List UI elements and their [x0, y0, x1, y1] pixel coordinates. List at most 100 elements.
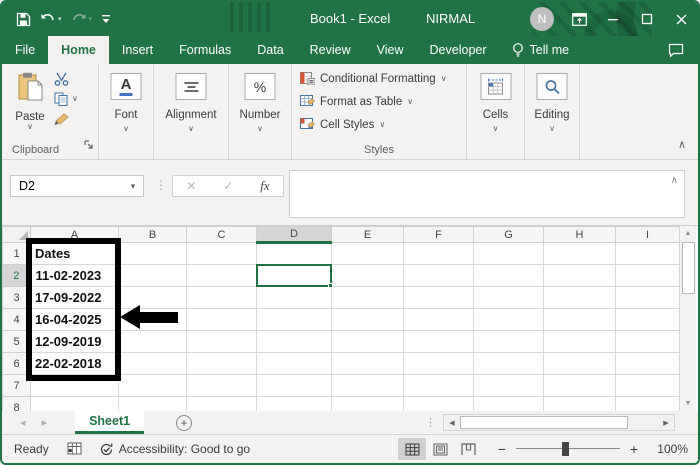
scroll-up-icon[interactable]: ▲ — [680, 226, 697, 241]
scroll-down-icon[interactable]: ▼ — [680, 396, 697, 411]
cell-I1[interactable] — [615, 242, 679, 265]
cell-I7[interactable] — [615, 374, 679, 397]
row-header-5[interactable]: 5 — [2, 330, 31, 353]
cell-A5[interactable]: 12-09-2019 — [30, 330, 119, 353]
number-button[interactable]: % — [244, 73, 276, 100]
zoom-out-icon[interactable]: − — [496, 441, 508, 457]
save-icon[interactable] — [16, 12, 31, 27]
cell-F7[interactable] — [403, 374, 474, 397]
editing-button[interactable] — [536, 73, 568, 100]
cell-I3[interactable] — [615, 286, 679, 309]
undo-dropdown-icon[interactable]: ▾ — [58, 15, 62, 23]
vertical-scroll-thumb[interactable] — [681, 242, 695, 294]
cell-D2[interactable] — [256, 264, 332, 287]
zoom-slider[interactable] — [516, 442, 620, 456]
cell-G5[interactable] — [473, 330, 544, 353]
column-header-C[interactable]: C — [186, 226, 257, 243]
cell-D3[interactable] — [256, 286, 332, 309]
cell-F6[interactable] — [403, 352, 474, 375]
close-button[interactable] — [664, 2, 698, 36]
row-header-2[interactable]: 2 — [2, 264, 32, 287]
cell-F1[interactable] — [403, 242, 474, 265]
zoom-in-icon[interactable]: + — [628, 441, 640, 457]
cell-B4[interactable] — [118, 308, 187, 331]
previous-sheet-icon[interactable]: ◂ — [20, 416, 26, 429]
cell-C1[interactable] — [186, 242, 257, 265]
row-header-4[interactable]: 4 — [2, 308, 31, 331]
tab-file[interactable]: File — [2, 36, 48, 64]
normal-view-button[interactable] — [398, 438, 426, 460]
ribbon-display-options-icon[interactable] — [562, 2, 596, 36]
cell-E1[interactable] — [331, 242, 404, 265]
tell-me-box[interactable]: Tell me — [500, 36, 582, 64]
cell-E7[interactable] — [331, 374, 404, 397]
row-header-1[interactable]: 1 — [2, 242, 31, 265]
tab-developer[interactable]: Developer — [417, 36, 500, 64]
cell-D8[interactable] — [256, 396, 332, 411]
zoom-slider-thumb[interactable] — [562, 442, 569, 456]
scroll-right-icon[interactable]: ▶ — [658, 419, 674, 427]
cell-C3[interactable] — [186, 286, 257, 309]
column-header-A[interactable]: A — [30, 226, 119, 243]
collapse-ribbon-icon[interactable]: ∧ — [678, 138, 686, 151]
name-box-dropdown-icon[interactable]: ▾ — [123, 181, 143, 192]
cell-A7[interactable] — [30, 374, 119, 397]
cell-I8[interactable] — [615, 396, 679, 411]
editing-dropdown-icon[interactable]: ∨ — [525, 125, 579, 133]
cell-styles-button[interactable]: Cell Styles ∨ — [300, 118, 385, 131]
cell-G8[interactable] — [473, 396, 544, 411]
cell-F5[interactable] — [403, 330, 474, 353]
paste-button[interactable]: Paste ∨ — [10, 72, 50, 131]
cell-B1[interactable] — [118, 242, 187, 265]
formula-bar-separator-icon[interactable]: ⋮ — [155, 178, 167, 192]
account-name[interactable]: NIRMAL — [426, 11, 475, 26]
zoom-level[interactable]: 100% — [648, 442, 688, 456]
cell-H4[interactable] — [543, 308, 616, 331]
cell-E3[interactable] — [331, 286, 404, 309]
cell-E6[interactable] — [331, 352, 404, 375]
conditional-formatting-button[interactable]: Conditional Formatting ∨ — [300, 72, 447, 85]
row-header-8[interactable]: 8 — [2, 396, 31, 411]
cell-I2[interactable] — [615, 264, 679, 287]
cell-A1[interactable]: Dates — [30, 242, 119, 265]
cell-C2[interactable] — [186, 264, 257, 287]
cell-F8[interactable] — [403, 396, 474, 411]
cell-H6[interactable] — [543, 352, 616, 375]
sheetbar-separator-icon[interactable]: ⋮ — [425, 416, 436, 429]
cell-I5[interactable] — [615, 330, 679, 353]
tab-review[interactable]: Review — [297, 36, 364, 64]
cell-G7[interactable] — [473, 374, 544, 397]
scroll-left-icon[interactable]: ◀ — [444, 419, 460, 427]
page-break-preview-button[interactable] — [454, 438, 482, 460]
cell-A4[interactable]: 16-04-2025 — [30, 308, 119, 331]
font-button[interactable]: A — [110, 73, 142, 100]
cell-H8[interactable] — [543, 396, 616, 411]
cell-D7[interactable] — [256, 374, 332, 397]
format-as-table-button[interactable]: Format as Table ∨ — [300, 95, 413, 108]
copy-dropdown-icon[interactable]: ∨ — [72, 95, 78, 103]
column-header-H[interactable]: H — [543, 226, 616, 243]
cell-C7[interactable] — [186, 374, 257, 397]
cell-I6[interactable] — [615, 352, 679, 375]
column-header-G[interactable]: G — [473, 226, 544, 243]
format-painter-button[interactable] — [54, 112, 70, 126]
undo-button[interactable]: ▾ — [40, 13, 62, 26]
name-box[interactable]: D2 ▾ — [10, 175, 144, 197]
cell-B2[interactable] — [118, 264, 187, 287]
cell-D4[interactable] — [256, 308, 332, 331]
maximize-button[interactable] — [630, 2, 664, 36]
cell-B3[interactable] — [118, 286, 187, 309]
cell-G3[interactable] — [473, 286, 544, 309]
cell-H7[interactable] — [543, 374, 616, 397]
cell-I4[interactable] — [615, 308, 679, 331]
cell-G2[interactable] — [473, 264, 544, 287]
vertical-scrollbar[interactable]: ▲ ▼ — [679, 226, 696, 411]
cell-H3[interactable] — [543, 286, 616, 309]
cell-E8[interactable] — [331, 396, 404, 411]
column-header-F[interactable]: F — [403, 226, 474, 243]
font-dropdown-icon[interactable]: ∨ — [99, 125, 153, 133]
cell-C4[interactable] — [186, 308, 257, 331]
row-header-6[interactable]: 6 — [2, 352, 31, 375]
cell-E2[interactable] — [331, 264, 404, 287]
cell-C6[interactable] — [186, 352, 257, 375]
